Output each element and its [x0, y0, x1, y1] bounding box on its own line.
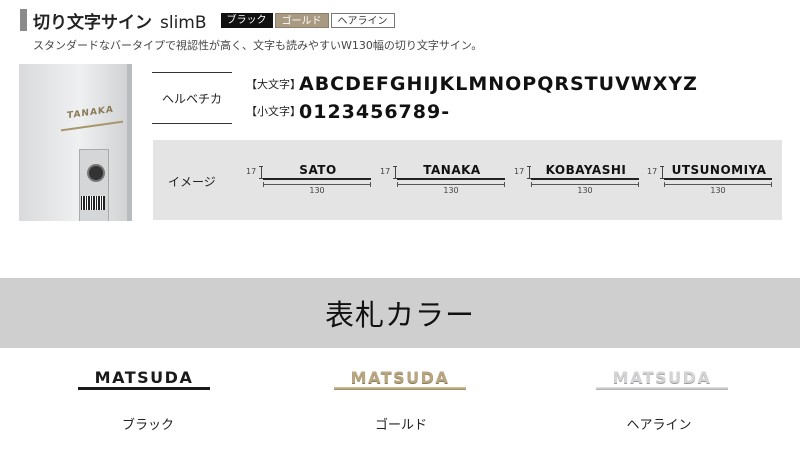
image-label: イメージ — [168, 175, 216, 189]
product-photo: TANAKA — [19, 64, 132, 221]
color-sample-bar — [78, 387, 210, 390]
font-name: ヘルベチカ — [152, 72, 232, 124]
sample-bar — [664, 178, 772, 180]
color-sample-bar — [596, 387, 728, 390]
height-dimension: 17 — [647, 167, 658, 176]
post-body — [19, 64, 129, 221]
intercom-panel — [79, 149, 109, 221]
sign-sample: 17 KOBAYASHI 130 — [514, 162, 642, 202]
barcode-icon — [81, 196, 105, 210]
sample-bar — [397, 178, 505, 180]
sample-bar — [531, 178, 639, 180]
color-sample-bar — [334, 387, 466, 390]
sample-word: UTSUNOMIYA — [671, 163, 767, 177]
color-name-gold: ゴールド — [374, 418, 427, 433]
color-name-hairline: ヘアライン — [626, 418, 692, 433]
product-description: スタンダードなバータイプで視認性が高く、文字も読みやすいW130幅の切り文字サイ… — [33, 39, 483, 52]
sample-word: SATO — [299, 163, 337, 177]
product-title-latin: slimB — [160, 12, 207, 33]
color-sample-hairline: MATSUDA — [582, 368, 742, 394]
color-sample-text: MATSUDA — [350, 368, 450, 387]
height-dimension: 17 — [514, 167, 525, 176]
product-header: 切り文字サイン slimB ブラック ゴールド ヘアライン — [20, 8, 395, 33]
sample-word: TANAKA — [423, 163, 481, 177]
color-sample-black: MATSUDA — [64, 368, 224, 394]
sample-bar — [263, 178, 371, 180]
uppercase-label: 【大文字】 — [246, 78, 301, 91]
camera-lens-icon — [87, 164, 105, 182]
tag-hairline: ヘアライン — [330, 12, 395, 28]
sign-sample: 17 UTSUNOMIYA 130 — [647, 162, 775, 202]
height-dimension: 17 — [246, 167, 257, 176]
width-dimension: 130 — [309, 186, 325, 195]
color-name-black: ブラック — [121, 418, 174, 433]
color-section-heading: 表札カラー — [0, 278, 800, 348]
width-dimension: 130 — [577, 186, 593, 195]
color-tags: ブラック ゴールド ヘアライン — [220, 12, 395, 28]
header-accent-bar — [20, 9, 27, 31]
color-sample-text: MATSUDA — [94, 368, 194, 387]
sample-word: KOBAYASHI — [545, 163, 627, 177]
lowercase-label: 【小文字】 — [246, 105, 301, 118]
lowercase-sample: 0123456789- — [299, 101, 451, 123]
color-sample-gold: MATSUDA — [320, 368, 480, 394]
width-dimension: 130 — [443, 186, 459, 195]
width-dimension: 130 — [710, 186, 726, 195]
tag-black: ブラック — [220, 12, 273, 28]
sign-sample: 17 SATO 130 — [246, 162, 374, 202]
tag-gold: ゴールド — [274, 12, 329, 28]
product-title: 切り文字サイン slimB — [33, 8, 207, 33]
color-sample-text: MATSUDA — [612, 368, 712, 387]
height-dimension: 17 — [380, 167, 391, 176]
uppercase-sample: ABCDEFGHIJKLMNOPQRSTUVWXYZ — [299, 73, 698, 95]
product-title-jp: 切り文字サイン — [33, 12, 152, 33]
post-edge — [127, 64, 132, 221]
sign-sample: 17 TANAKA 130 — [380, 162, 508, 202]
